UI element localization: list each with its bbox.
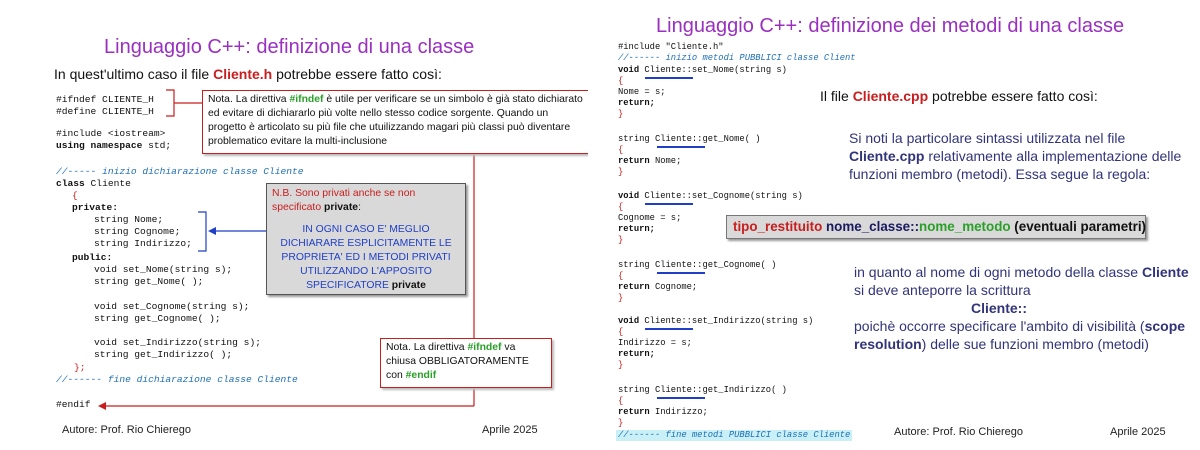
- scope-underline: [645, 203, 693, 205]
- method-set-indirizzo-body: Indirizzo = s;: [618, 338, 692, 348]
- scope-underline: [657, 146, 705, 148]
- footer-date: Aprile 2025: [482, 424, 538, 436]
- scope-underline: [645, 328, 693, 330]
- slide-class-definition: Linguaggio C++: definizione di una class…: [0, 0, 588, 450]
- method-set-cognome-sig: Cliente::set_Cognome(string s): [639, 191, 803, 201]
- endif-arrow-head: [98, 402, 106, 410]
- scope-operator: Cliente::: [971, 300, 1027, 316]
- method-get-indirizzo-close: }: [618, 418, 624, 428]
- method-set-indirizzo-return: return;: [618, 349, 655, 359]
- method-get-cognome-return-val: Cognome;: [649, 282, 698, 292]
- method-set-cognome-return: return;: [618, 224, 655, 234]
- method-get-nome: string Cliente::get_Nome( ) { return Nom…: [618, 134, 761, 178]
- method-get-indirizzo-open: {: [618, 396, 624, 406]
- method-set-nome-sig: Cliente::set_Nome(string s): [639, 65, 787, 75]
- scope-text3: poichè occorre specificare l'ambito di v…: [854, 318, 1145, 334]
- method-get-indirizzo-return-val: Indirizzo;: [649, 407, 708, 417]
- private-arrow-head: [208, 227, 216, 235]
- file-intro-post: potrebbe essere fatto così:: [928, 88, 1098, 104]
- footer-author: Autore: Prof. Rio Chierego: [62, 424, 192, 436]
- scope-underline: [657, 272, 705, 274]
- note-ifndef: Nota. La direttiva #ifndef è utile per v…: [202, 90, 588, 154]
- note-private-nb: N.B. Sono privati anche se non specifica…: [272, 187, 460, 215]
- scope-text1: in quanto al nome di ogni metodo della c…: [854, 264, 1142, 280]
- method-set-indirizzo-type: void: [618, 316, 640, 326]
- file-intro: Il file Cliente.cpp potrebbe essere fatt…: [820, 88, 1098, 104]
- rule-return-type: tipo_restituito: [733, 219, 823, 234]
- scope-underline: [657, 397, 705, 399]
- method-get-cognome-open: {: [618, 271, 624, 281]
- method-set-nome-close: }: [618, 109, 624, 119]
- method-set-nome-type: void: [618, 65, 640, 75]
- method-set-nome: void Cliente::set_Nome(string s) { Nome …: [618, 65, 787, 120]
- method-get-nome-close: }: [618, 167, 624, 177]
- note-private-nb-colon: :: [358, 202, 361, 213]
- method-set-nome-return: return;: [618, 98, 655, 108]
- guard-bracket: [166, 89, 175, 117]
- code-comment-start: //------ inizio metodi PUBBLICI classe C…: [618, 53, 856, 63]
- method-set-indirizzo-open: {: [618, 327, 624, 337]
- method-get-indirizzo-return-kw: return: [618, 407, 650, 417]
- method-get-nome-open: {: [618, 145, 624, 155]
- scope-text4: ) delle sue funzioni membro (metodi): [921, 336, 1149, 352]
- method-set-indirizzo: void Cliente::set_Indirizzo(string s) { …: [618, 316, 813, 371]
- syntax-para-filename: Cliente.cpp: [849, 148, 925, 164]
- method-set-nome-body: Nome = s;: [618, 87, 666, 97]
- file-intro-filename: Cliente.cpp: [852, 88, 929, 104]
- method-get-cognome: string Cliente::get_Cognome( ) { return …: [618, 260, 776, 304]
- rule-method-name: nome_metodo: [919, 219, 1011, 234]
- note-private: N.B. Sono privati anche se non specifica…: [266, 183, 466, 295]
- method-get-indirizzo-sig: string Cliente::get_Indirizzo( ): [618, 385, 787, 395]
- note-private-body: IN OGNI CASO E' MEGLIO DICHIARARE ESPLIC…: [272, 223, 460, 293]
- file-intro-pre: Il file: [820, 88, 853, 104]
- method-set-indirizzo-close: }: [618, 360, 624, 370]
- method-get-nome-sig: string Cliente::get_Nome( ): [618, 134, 761, 144]
- note-ifndef-text1: Nota. La direttiva: [208, 94, 290, 105]
- method-set-nome-open: {: [618, 76, 624, 86]
- note-endif: Nota. La direttiva #ifndef va chiusa OBB…: [380, 338, 552, 388]
- footer-author: Autore: Prof. Rio Chierego: [894, 426, 1024, 438]
- scope-underline: [645, 77, 693, 79]
- method-set-cognome-open: {: [618, 202, 624, 212]
- slide-separator: [588, 0, 598, 450]
- code-comment-end: //------ fine metodi PUBBLICI classe Cli…: [616, 430, 853, 441]
- method-get-indirizzo: string Cliente::get_Indirizzo( ) { retur…: [618, 385, 787, 429]
- syntax-rule-box: tipo_restituito nome_classe::nome_metodo…: [726, 215, 1146, 239]
- note-endif-keyword2: #endif: [405, 370, 437, 381]
- code-include: #include "Cliente.h": [618, 42, 724, 52]
- note-endif-text1: Nota. La direttiva: [386, 342, 468, 353]
- private-bracket: [198, 211, 207, 252]
- method-get-cognome-close: }: [618, 293, 624, 303]
- scope-paragraph: in quanto al nome di ogni metodo della c…: [854, 263, 1194, 353]
- note-endif-keyword1: #ifndef: [467, 342, 502, 353]
- note-ifndef-keyword: #ifndef: [289, 94, 324, 105]
- syntax-paragraph: Si noti la particolare sintassi utilizza…: [849, 129, 1194, 183]
- scope-line3: poichè occorre specificare l'ambito di v…: [854, 317, 1194, 353]
- slide-method-definitions: Linguaggio C++: definizione dei metodi d…: [598, 0, 1200, 450]
- method-set-cognome-close: }: [618, 235, 624, 245]
- method-set-cognome-type: void: [618, 191, 640, 201]
- method-get-cognome-sig: string Cliente::get_Cognome( ): [618, 260, 777, 270]
- method-set-indirizzo-sig: Cliente::set_Indirizzo(string s): [639, 316, 814, 326]
- method-set-cognome-body: Cognome = s;: [618, 213, 682, 223]
- scope-text2: si deve anteporre la scrittura: [854, 282, 1031, 298]
- footer-date: Aprile 2025: [1110, 426, 1166, 438]
- method-get-cognome-return-kw: return: [618, 282, 650, 292]
- note-private-nb-keyword: private: [323, 202, 359, 213]
- rule-class-name: nome_classe::: [822, 219, 920, 234]
- method-get-nome-return-kw: return: [618, 156, 650, 166]
- syntax-para-text1: Si noti la particolare sintassi utilizza…: [849, 130, 1126, 146]
- rule-params: (eventuali parametri): [1010, 219, 1146, 234]
- scope-line1: in quanto al nome di ogni metodo della c…: [854, 263, 1194, 299]
- note-private-body-keyword: private: [391, 280, 426, 291]
- slide-title: Linguaggio C++: definizione dei metodi d…: [656, 15, 1125, 37]
- method-get-nome-return-val: Nome;: [649, 156, 682, 166]
- scope-class-name: Cliente: [1141, 264, 1189, 280]
